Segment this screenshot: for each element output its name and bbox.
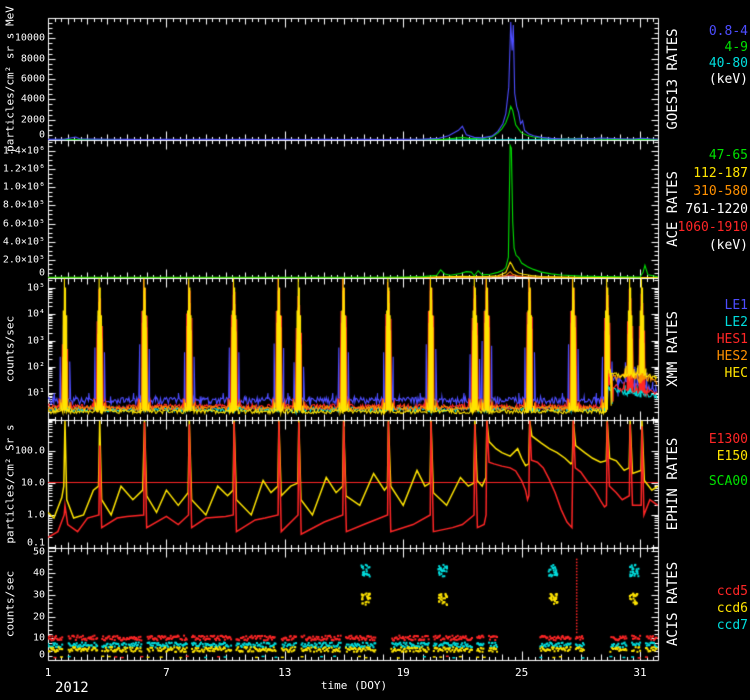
legend-item: 40-80 bbox=[709, 56, 748, 71]
multi-panel-radiation-plot: 0200040006000800010000particles/cm² sr s… bbox=[0, 0, 750, 700]
y-tick-label: 2.0×10⁵ bbox=[3, 254, 45, 265]
x-tick-label: 1 bbox=[45, 666, 52, 679]
y-axis-title: counts/sec bbox=[4, 316, 17, 382]
legend-item: HEC bbox=[725, 366, 748, 381]
y-axis-title: particles/cm² Sr s bbox=[4, 424, 17, 543]
legend-item: ccd5 bbox=[717, 584, 748, 599]
legend-item: SCA00 bbox=[709, 474, 748, 489]
y-tick-label: 10⁵ bbox=[27, 282, 45, 293]
y-tick-label: 0 bbox=[39, 268, 45, 279]
legend-item: 47-65 bbox=[709, 148, 748, 163]
legend-item: 761-1220 bbox=[685, 202, 748, 217]
y-tick-label: 20 bbox=[33, 611, 45, 622]
legend-item: ccd6 bbox=[717, 601, 748, 616]
legend-item: E1300 bbox=[709, 432, 748, 447]
legend-item: (keV) bbox=[709, 72, 748, 87]
x-tick-label: 7 bbox=[163, 666, 170, 679]
y-tick-label: 40 bbox=[33, 568, 45, 579]
y-tick-label: 4000 bbox=[21, 94, 45, 105]
y-tick-label: 6000 bbox=[21, 74, 45, 85]
y-tick-label: 1.0×10⁶ bbox=[3, 182, 45, 193]
x-tick-label: 25 bbox=[515, 666, 528, 679]
y-tick-label: 1.4×10⁶ bbox=[3, 145, 45, 156]
y-tick-label: 30 bbox=[33, 589, 45, 600]
y-tick-label: 10¹ bbox=[27, 388, 45, 399]
legend-item: (keV) bbox=[709, 238, 748, 253]
legend-item: LE2 bbox=[725, 315, 748, 330]
y-tick-label: 10000 bbox=[15, 33, 45, 44]
y-tick-label: 10.0 bbox=[21, 478, 45, 489]
y-axis-title: particles/cm² sr s MeV bbox=[4, 6, 17, 152]
legend-item: 1060-1910 bbox=[678, 220, 748, 235]
y-tick-label: 100.0 bbox=[15, 446, 45, 457]
y-tick-label: 10⁴ bbox=[27, 309, 45, 320]
x-axis-title: time (DOY) bbox=[321, 679, 387, 692]
y-tick-label: 0 bbox=[39, 130, 45, 141]
y-tick-label: 4.0×10⁵ bbox=[3, 236, 45, 247]
y-tick-label: 10² bbox=[27, 361, 45, 372]
y-tick-label: 1.2×10⁶ bbox=[3, 164, 45, 175]
legend-item: 112-187 bbox=[693, 166, 748, 181]
panel-title: EPHIN RATES bbox=[665, 438, 681, 531]
y-tick-label: 2000 bbox=[21, 114, 45, 125]
legend-item: 4-9 bbox=[725, 40, 748, 55]
legend-item: 310-580 bbox=[693, 184, 748, 199]
panel-title: GOES13 RATES bbox=[665, 28, 681, 129]
x-tick-label: 13 bbox=[278, 666, 291, 679]
legend-item: E150 bbox=[717, 449, 748, 464]
y-tick-label: 50 bbox=[33, 547, 45, 558]
y-tick-label: 8000 bbox=[21, 53, 45, 64]
legend-item: 0.8-4 bbox=[709, 24, 748, 39]
y-tick-label: 8.0×10⁵ bbox=[3, 200, 45, 211]
y-tick-label: 10³ bbox=[27, 335, 45, 346]
y-tick-label: 1.0 bbox=[27, 509, 45, 520]
y-axis-title: counts/sec bbox=[4, 571, 17, 637]
panel-title: ACE RATES bbox=[665, 171, 681, 247]
y-tick-label: 0 bbox=[39, 650, 45, 661]
legend-item: LE1 bbox=[725, 298, 748, 313]
panel-title: ACIS RATES bbox=[665, 562, 681, 646]
y-tick-label: 6.0×10⁵ bbox=[3, 218, 45, 229]
x-tick-label: 19 bbox=[397, 666, 410, 679]
axis-labels-layer: 0200040006000800010000particles/cm² sr s… bbox=[0, 0, 750, 700]
legend-item: ccd7 bbox=[717, 618, 748, 633]
legend-item: HES2 bbox=[717, 349, 748, 364]
x-tick-label: 31 bbox=[633, 666, 646, 679]
year-label: 2012 bbox=[55, 680, 89, 696]
y-tick-label: 10 bbox=[33, 633, 45, 644]
panel-title: XMM RATES bbox=[665, 311, 681, 387]
legend-item: HES1 bbox=[717, 332, 748, 347]
